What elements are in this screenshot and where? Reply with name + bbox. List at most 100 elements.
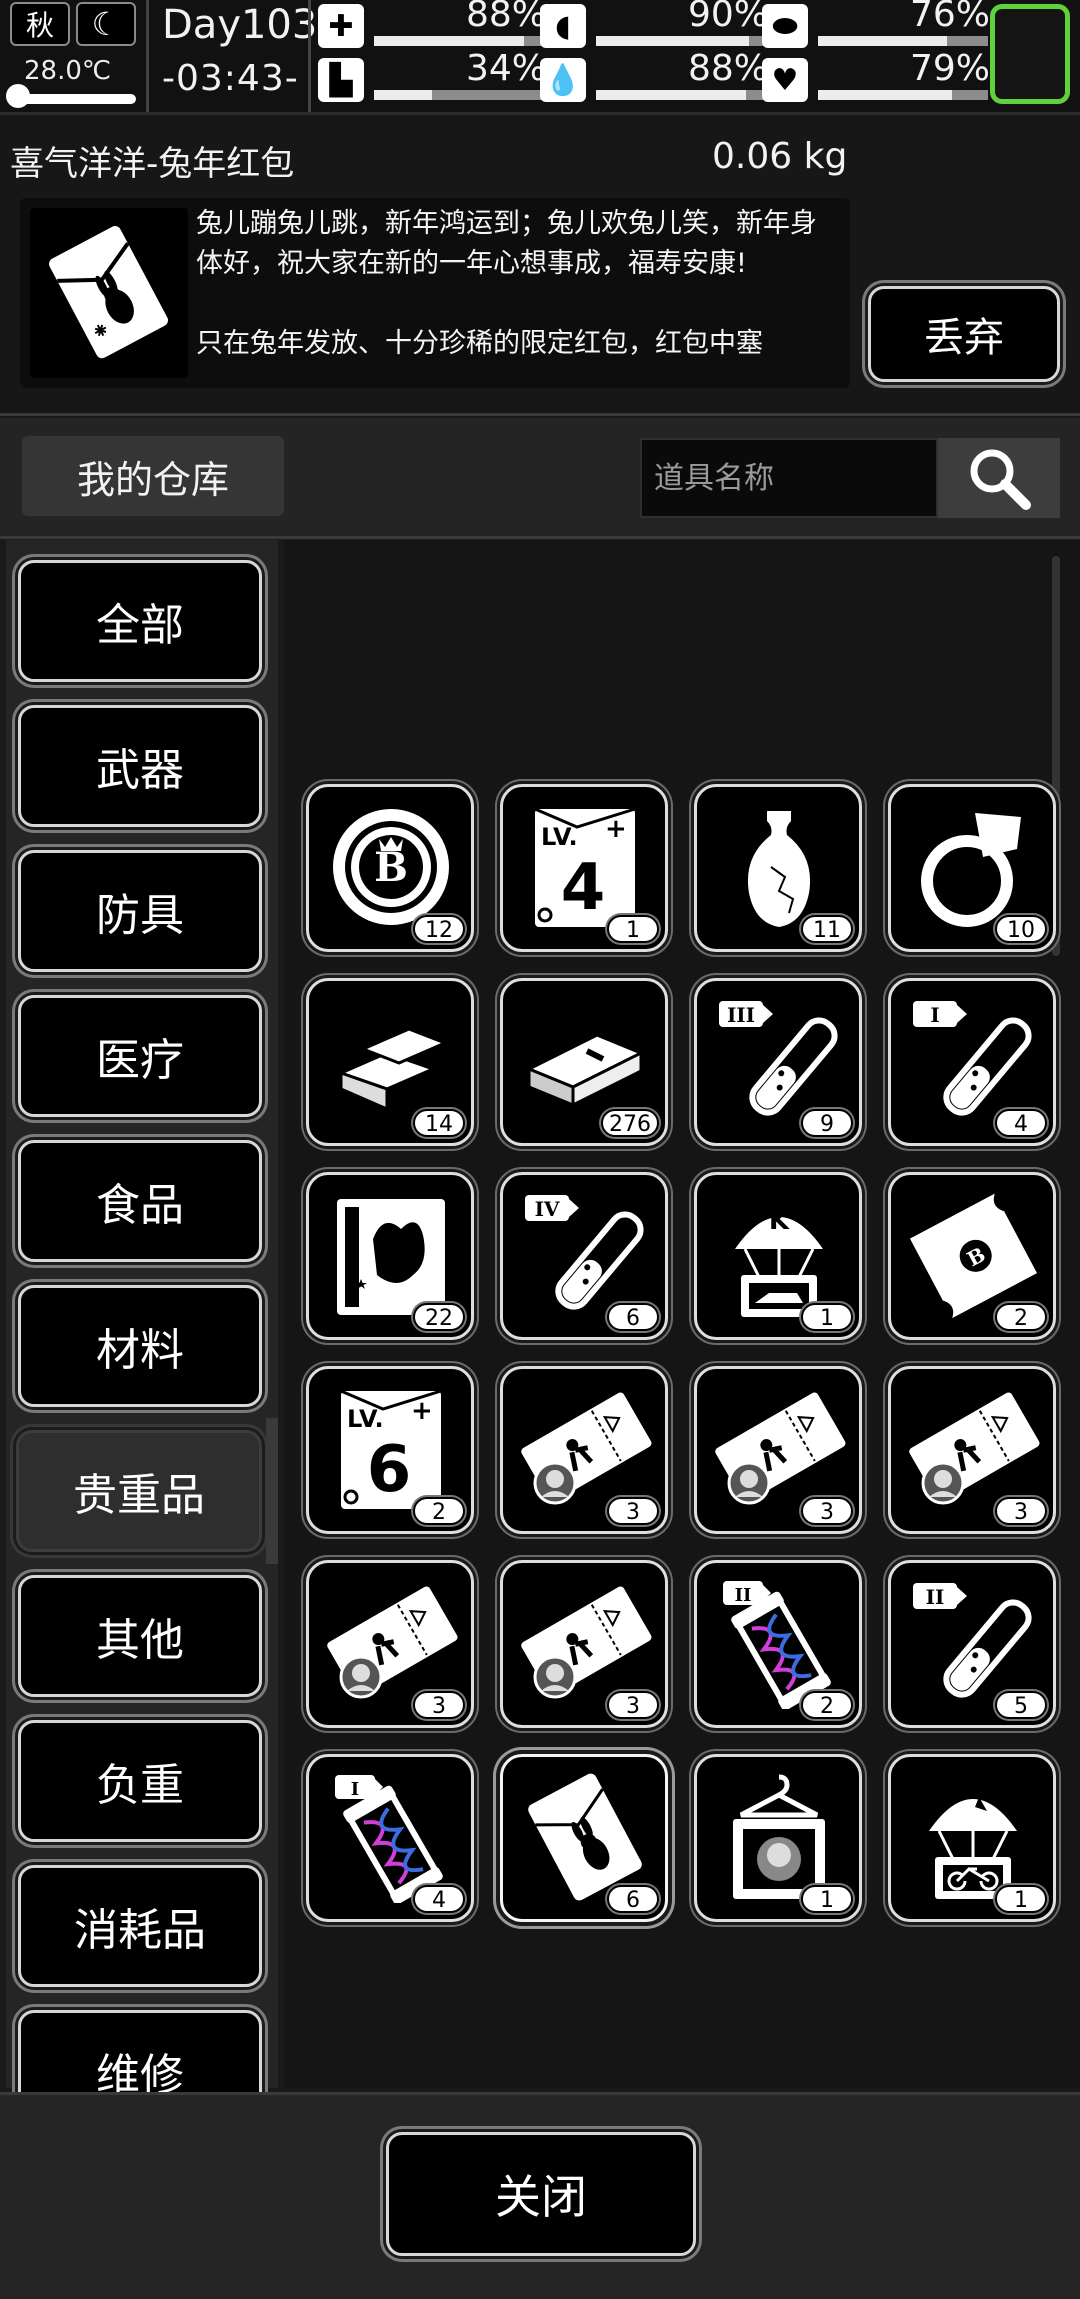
svg-text:B: B xyxy=(374,844,408,891)
stat-bar xyxy=(818,90,988,100)
rabbit-red-envelope-icon xyxy=(528,1773,642,1901)
divider xyxy=(146,0,149,112)
search-icon xyxy=(970,449,1031,510)
level-4-card-icon: LV. + 4 xyxy=(534,807,636,927)
category-tab[interactable]: 医疗 xyxy=(18,995,262,1117)
temperature-bar xyxy=(12,94,136,104)
category-tab[interactable]: 负重 xyxy=(18,1720,262,1842)
inventory-slot[interactable]: 3 xyxy=(500,1366,668,1534)
category-tab[interactable]: 材料 xyxy=(18,1285,262,1407)
equipped-slot[interactable] xyxy=(990,4,1070,104)
item-quantity: 2 xyxy=(413,1497,465,1525)
svg-text:K: K xyxy=(769,1206,790,1236)
test-tube-4-icon: IV xyxy=(525,1195,644,1310)
item-quantity: 6 xyxy=(607,1885,659,1913)
inventory-slot[interactable]: I 4 xyxy=(306,1754,474,1922)
inventory-slot[interactable]: 6 xyxy=(500,1754,668,1922)
inventory-slot[interactable]: 1 xyxy=(888,1754,1056,1922)
inventory-slot[interactable]: 276 xyxy=(500,978,668,1146)
inventory-slot[interactable]: 3 xyxy=(694,1366,862,1534)
search-input[interactable] xyxy=(640,438,938,518)
stat-value: 76% xyxy=(909,0,990,35)
scroll-icon: B xyxy=(909,1193,1037,1319)
item-quantity: 4 xyxy=(413,1885,465,1913)
category-tab[interactable]: 食品 xyxy=(18,1140,262,1262)
test-tube-3-icon: III xyxy=(719,1001,838,1116)
svg-text:IV: IV xyxy=(535,1197,560,1221)
inventory-slot[interactable]: II 5 xyxy=(888,1560,1056,1728)
item-quantity: 1 xyxy=(607,915,659,943)
inventory-slot[interactable]: 10 xyxy=(888,784,1056,952)
inventory-slot[interactable]: LV. + 4 1 xyxy=(500,784,668,952)
gold-bars-icon xyxy=(336,1027,449,1112)
ticket-icon xyxy=(521,1392,652,1505)
item-quantity: 5 xyxy=(995,1691,1047,1719)
item-quantity: 12 xyxy=(413,915,465,943)
inventory-slot[interactable]: 1 xyxy=(694,1754,862,1922)
item-quantity: 14 xyxy=(413,1109,465,1137)
item-quantity: 6 xyxy=(607,1303,659,1331)
inventory-slot[interactable]: III 9 xyxy=(694,978,862,1146)
category-tab[interactable]: 武器 xyxy=(18,705,262,827)
item-quantity: 276 xyxy=(601,1109,659,1137)
dna-capsule-2-icon: II xyxy=(723,1581,831,1709)
inventory-slot[interactable]: 3 xyxy=(888,1366,1056,1534)
svg-text:6: 6 xyxy=(367,1433,412,1507)
ticket-icon xyxy=(715,1392,846,1505)
item-description: 兔儿蹦兔儿跳，新年鸿运到；兔儿欢兔儿笑，新年身体好，祝大家在新的一年心想事成，福… xyxy=(196,208,817,359)
ticket-icon xyxy=(327,1586,458,1699)
item-quantity: 3 xyxy=(607,1691,659,1719)
stat-value: 34% xyxy=(465,48,546,89)
inventory-slot[interactable]: 14 xyxy=(306,978,474,1146)
item-quantity: 1 xyxy=(801,1303,853,1331)
inventory-slot[interactable]: 22 xyxy=(306,1172,474,1340)
category-tab[interactable]: 防具 xyxy=(18,850,262,972)
inventory-slot[interactable]: LV. + 6 2 xyxy=(306,1366,474,1534)
category-tab[interactable]: 消耗品 xyxy=(18,1865,262,1987)
stat-bar xyxy=(596,90,766,100)
item-quantity: 2 xyxy=(995,1303,1047,1331)
inventory-slot[interactable]: II 2 xyxy=(694,1560,862,1728)
stat-bar xyxy=(818,36,988,46)
clothes-hanger-box-icon xyxy=(733,1774,825,1899)
inventory-slot[interactable]: K 1 xyxy=(694,1172,862,1340)
search-button[interactable] xyxy=(938,438,1060,518)
category-tab[interactable]: 贵重品 xyxy=(16,1430,262,1552)
inventory-slot[interactable]: 11 xyxy=(694,784,862,952)
moon-icon: ☾ xyxy=(76,2,136,46)
item-quantity: 3 xyxy=(801,1497,853,1525)
item-quantity: 22 xyxy=(413,1303,465,1331)
close-button[interactable]: 关闭 xyxy=(386,2132,696,2256)
status-bar: 秋 ☾ 28.0℃ Day103 -03:43- ✚ 88% ◖ 90% ⬬ 76% ▙ 34… xyxy=(0,0,1080,115)
cash-bundle-icon xyxy=(525,1033,645,1108)
stat-value: 90% xyxy=(687,0,768,35)
svg-text:II: II xyxy=(735,1585,752,1606)
level-6-card-icon: LV. + 6 xyxy=(340,1389,442,1509)
ticket-icon xyxy=(909,1392,1040,1505)
item-weight: 0.06 kg xyxy=(712,136,848,177)
test-tube-1-icon: I xyxy=(913,1001,1032,1116)
item-quantity: 1 xyxy=(801,1885,853,1913)
discard-button[interactable]: 丢弃 xyxy=(868,286,1060,382)
inventory-slot[interactable]: I 4 xyxy=(888,978,1056,1146)
warehouse-tab[interactable]: 我的仓库 xyxy=(22,436,284,516)
svg-text:III: III xyxy=(727,1003,755,1027)
active-tab-indicator xyxy=(266,1418,278,1564)
day-counter: Day103 xyxy=(162,2,318,48)
film-poster-icon xyxy=(337,1199,445,1315)
inventory-slot[interactable]: B 12 xyxy=(306,784,474,952)
inventory-slot[interactable]: B 2 xyxy=(888,1172,1056,1340)
inventory-slot[interactable]: IV 6 xyxy=(500,1172,668,1340)
inventory-slot[interactable]: 3 xyxy=(306,1560,474,1728)
inventory-slot[interactable]: 3 xyxy=(500,1560,668,1728)
bitcoin-chip-icon: B xyxy=(333,809,449,925)
stat-value: 88% xyxy=(687,48,768,89)
stat-bar xyxy=(374,90,544,100)
divider xyxy=(308,0,311,112)
stat-value: 79% xyxy=(909,48,990,89)
svg-text:+: + xyxy=(411,1396,433,1426)
stat-bar xyxy=(374,36,544,46)
category-tab[interactable]: 全部 xyxy=(18,560,262,682)
svg-text:+: + xyxy=(605,814,627,844)
category-tab[interactable]: 其他 xyxy=(18,1575,262,1697)
